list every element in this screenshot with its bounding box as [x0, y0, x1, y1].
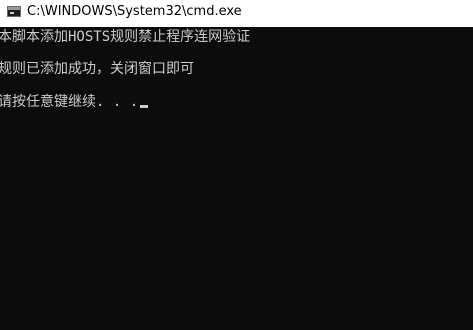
cmd-icon[interactable] — [7, 6, 21, 17]
title-bar[interactable]: C:\WINDOWS\System32\cmd.exe — [0, 0, 473, 27]
window-title: C:\WINDOWS\System32\cmd.exe — [27, 4, 242, 19]
cmd-window: C:\WINDOWS\System32\cmd.exe 本脚本添加HOSTS规则… — [0, 0, 473, 330]
console-line-hosts-rule: 本脚本添加HOSTS规则禁止程序连网验证 — [0, 29, 251, 45]
console-line-success: 规则已添加成功，关闭窗口即可 — [0, 61, 194, 77]
console-line-prompt: 请按任意键继续. . . — [0, 93, 149, 111]
console-output[interactable]: 本脚本添加HOSTS规则禁止程序连网验证 规则已添加成功，关闭窗口即可 请按任意… — [0, 27, 473, 330]
press-any-key-prompt: 请按任意键继续. . . — [0, 94, 139, 110]
text-cursor — [140, 105, 149, 108]
